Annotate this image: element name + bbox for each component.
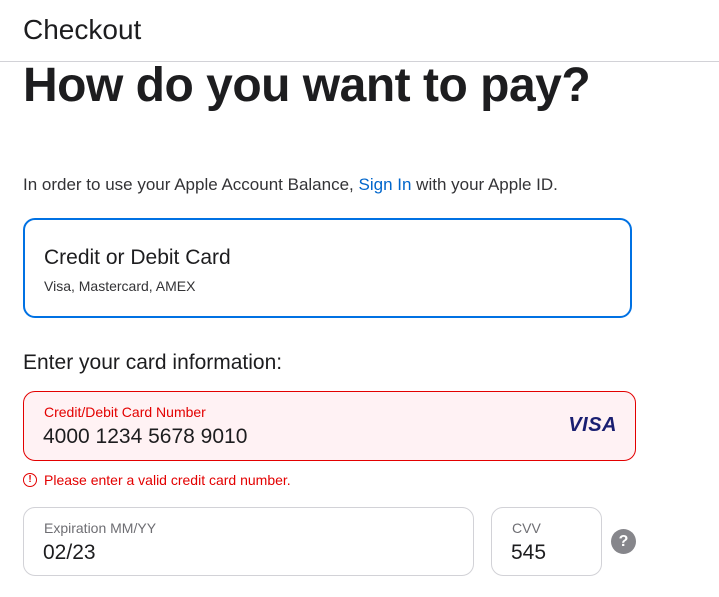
expiration-field[interactable]: Expiration MM/YY (23, 507, 474, 576)
card-number-error: ! Please enter a valid credit card numbe… (23, 472, 291, 488)
cvv-field[interactable]: CVV (491, 507, 602, 576)
error-icon: ! (23, 473, 37, 487)
sign-in-link[interactable]: Sign In (359, 175, 412, 194)
payment-option-subtitle: Visa, Mastercard, AMEX (44, 278, 196, 294)
card-number-error-text: Please enter a valid credit card number. (44, 472, 291, 488)
card-info-heading: Enter your card information: (23, 351, 283, 374)
card-number-label: Credit/Debit Card Number (44, 404, 206, 420)
card-number-field[interactable]: Credit/Debit Card Number VISA (23, 391, 636, 461)
card-number-input[interactable] (43, 425, 543, 449)
cvv-input[interactable] (511, 541, 591, 565)
expiration-input[interactable] (43, 541, 443, 565)
payment-option-title: Credit or Debit Card (44, 246, 231, 269)
cvv-label: CVV (512, 520, 541, 536)
visa-logo-icon: VISA (568, 414, 617, 436)
checkout-page: Checkout How do you want to pay? In orde… (0, 0, 719, 597)
balance-note-prefix: In order to use your Apple Account Balan… (23, 175, 359, 194)
expiration-label: Expiration MM/YY (44, 520, 157, 536)
balance-note: In order to use your Apple Account Balan… (23, 175, 558, 195)
payment-option-credit-debit-card[interactable]: Credit or Debit Card Visa, Mastercard, A… (23, 218, 632, 318)
header-title: Checkout (23, 14, 142, 45)
cvv-help-icon[interactable]: ? (611, 529, 636, 554)
header-bar: Checkout (0, 0, 719, 62)
page-title: How do you want to pay? (23, 59, 591, 112)
balance-note-suffix: with your Apple ID. (411, 175, 558, 194)
